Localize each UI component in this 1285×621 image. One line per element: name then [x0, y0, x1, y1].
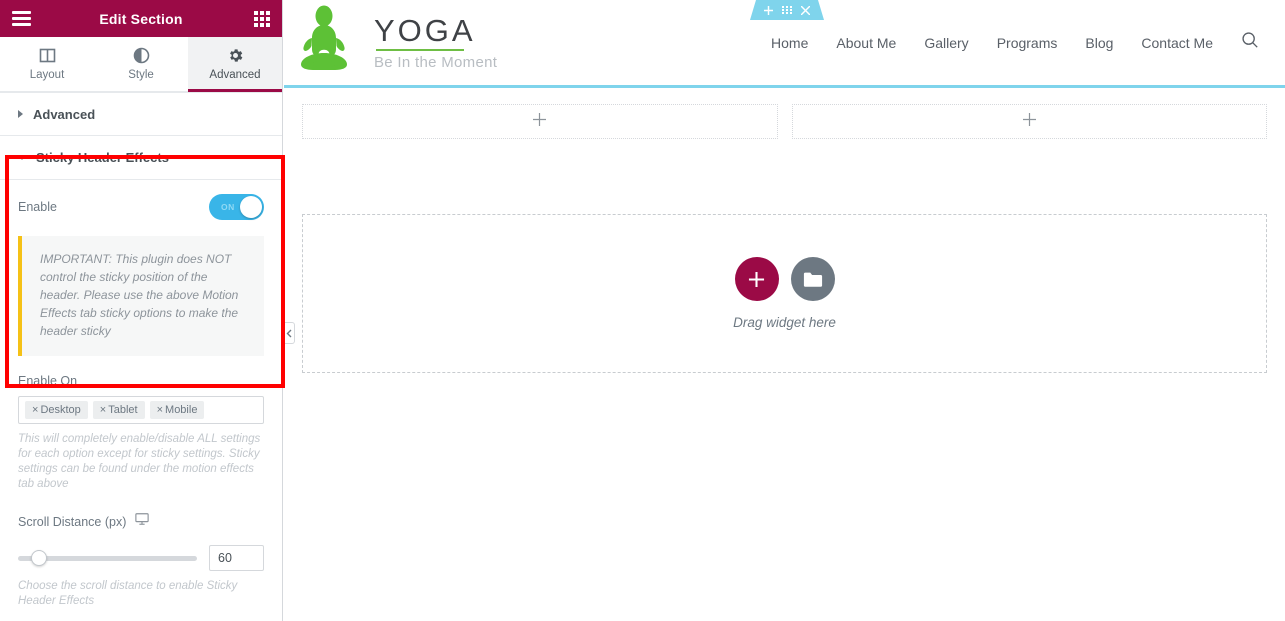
tab-advanced[interactable]: Advanced [188, 37, 282, 92]
tag-tablet-label: Tablet [108, 404, 138, 416]
remove-tag-icon[interactable]: × [157, 404, 163, 416]
chevron-right-icon [18, 110, 23, 118]
slider-handle[interactable] [31, 550, 48, 566]
editor-panel: Edit Section Layout Style Advanced Advan… [0, 0, 283, 621]
yoga-meditation-figure-icon [292, 4, 356, 81]
page-preview: YOGA Be In the Moment Home About Me Gall… [284, 0, 1285, 621]
enable-label: Enable [18, 200, 57, 214]
gear-icon [227, 47, 244, 64]
section-toolbar [750, 0, 824, 20]
tag-desktop[interactable]: × Desktop [25, 401, 88, 419]
enable-on-label: Enable On [18, 374, 78, 388]
nav-item-programs[interactable]: Programs [997, 35, 1058, 51]
scroll-distance-slider[interactable] [18, 550, 197, 566]
tab-style-label: Style [128, 69, 154, 81]
hamburger-icon[interactable] [12, 11, 31, 26]
sticky-header-effects-body: Enable ON IMPORTANT: This plugin does NO… [0, 180, 282, 609]
panel-tabs: Layout Style Advanced [0, 37, 282, 92]
site-nav: Home About Me Gallery Programs Blog Cont… [771, 31, 1259, 54]
drop-zone-buttons [734, 257, 835, 301]
contrast-circle-icon [133, 47, 150, 64]
add-template-button[interactable] [790, 257, 835, 301]
nav-item-contact-me[interactable]: Contact Me [1141, 35, 1213, 51]
search-icon[interactable] [1241, 31, 1259, 54]
nav-item-blog[interactable]: Blog [1085, 35, 1113, 51]
section-advanced[interactable]: Advanced [0, 92, 282, 136]
layout-columns-icon [39, 47, 56, 64]
plus-icon [533, 112, 547, 131]
important-notice: IMPORTANT: This plugin does NOT control … [18, 236, 264, 356]
column-placeholders [284, 88, 1285, 139]
important-notice-text: IMPORTANT: This plugin does NOT control … [40, 252, 239, 338]
chevron-down-icon [18, 155, 26, 160]
site-logo[interactable]: YOGA Be In the Moment [292, 4, 497, 81]
section-sticky-header-effects-label: Sticky Header Effects [36, 150, 169, 165]
column-placeholder-1[interactable] [302, 104, 778, 139]
drag-handle-icon[interactable] [782, 6, 792, 14]
nav-item-gallery[interactable]: Gallery [924, 35, 968, 51]
tab-layout-label: Layout [29, 69, 65, 81]
scroll-distance-label-row: Scroll Distance (px) [18, 492, 264, 531]
brand-block: YOGA Be In the Moment [374, 13, 498, 72]
scroll-distance-label: Scroll Distance (px) [18, 514, 127, 529]
plus-icon [748, 271, 765, 287]
drop-zone-label: Drag widget here [733, 315, 836, 330]
tag-tablet[interactable]: × Tablet [92, 401, 145, 419]
widget-drop-zone[interactable]: Drag widget here [302, 214, 1267, 373]
add-widget-button[interactable] [734, 257, 779, 301]
scroll-distance-input[interactable] [209, 545, 264, 571]
column-placeholder-2[interactable] [791, 104, 1267, 139]
folder-icon [803, 272, 822, 287]
brand-name: YOGA [374, 13, 476, 48]
plus-icon [1022, 112, 1036, 131]
panel-title: Edit Section [99, 10, 183, 27]
enable-on-help: This will completely enable/disable ALL … [18, 433, 261, 490]
enable-toggle[interactable]: ON [209, 194, 264, 220]
apps-grid-icon[interactable] [254, 10, 270, 27]
tab-layout[interactable]: Layout [0, 37, 94, 91]
remove-tag-icon[interactable]: × [32, 404, 38, 416]
enable-control-row: Enable ON [18, 180, 264, 226]
scroll-distance-control [18, 531, 264, 571]
brand-underline [376, 49, 464, 51]
tag-mobile-label: Mobile [165, 404, 198, 416]
nav-item-about-me[interactable]: About Me [836, 35, 896, 51]
toggle-knob [240, 196, 262, 218]
section-sticky-header-effects[interactable]: Sticky Header Effects [0, 136, 282, 180]
section-advanced-label: Advanced [33, 106, 96, 122]
enable-on-input[interactable]: × Desktop × Tablet × Mobile [18, 396, 264, 424]
tab-advanced-label: Advanced [209, 69, 261, 81]
tag-desktop-label: Desktop [40, 404, 81, 416]
nav-item-home[interactable]: Home [771, 35, 808, 51]
plus-icon[interactable] [764, 6, 773, 15]
brand-tagline: Be In the Moment [374, 54, 498, 71]
remove-tag-icon[interactable]: × [100, 404, 106, 416]
tab-style[interactable]: Style [94, 37, 188, 91]
tag-mobile[interactable]: × Mobile [149, 401, 205, 419]
enable-toggle-state: ON [221, 202, 235, 212]
panel-header: Edit Section [0, 0, 282, 37]
desktop-monitor-icon[interactable] [135, 512, 150, 531]
scroll-distance-help: Choose the scroll distance to enable Sti… [18, 580, 238, 607]
panel-collapse-handle[interactable] [283, 322, 295, 344]
close-icon[interactable] [801, 6, 810, 15]
chevron-left-icon [286, 329, 291, 337]
